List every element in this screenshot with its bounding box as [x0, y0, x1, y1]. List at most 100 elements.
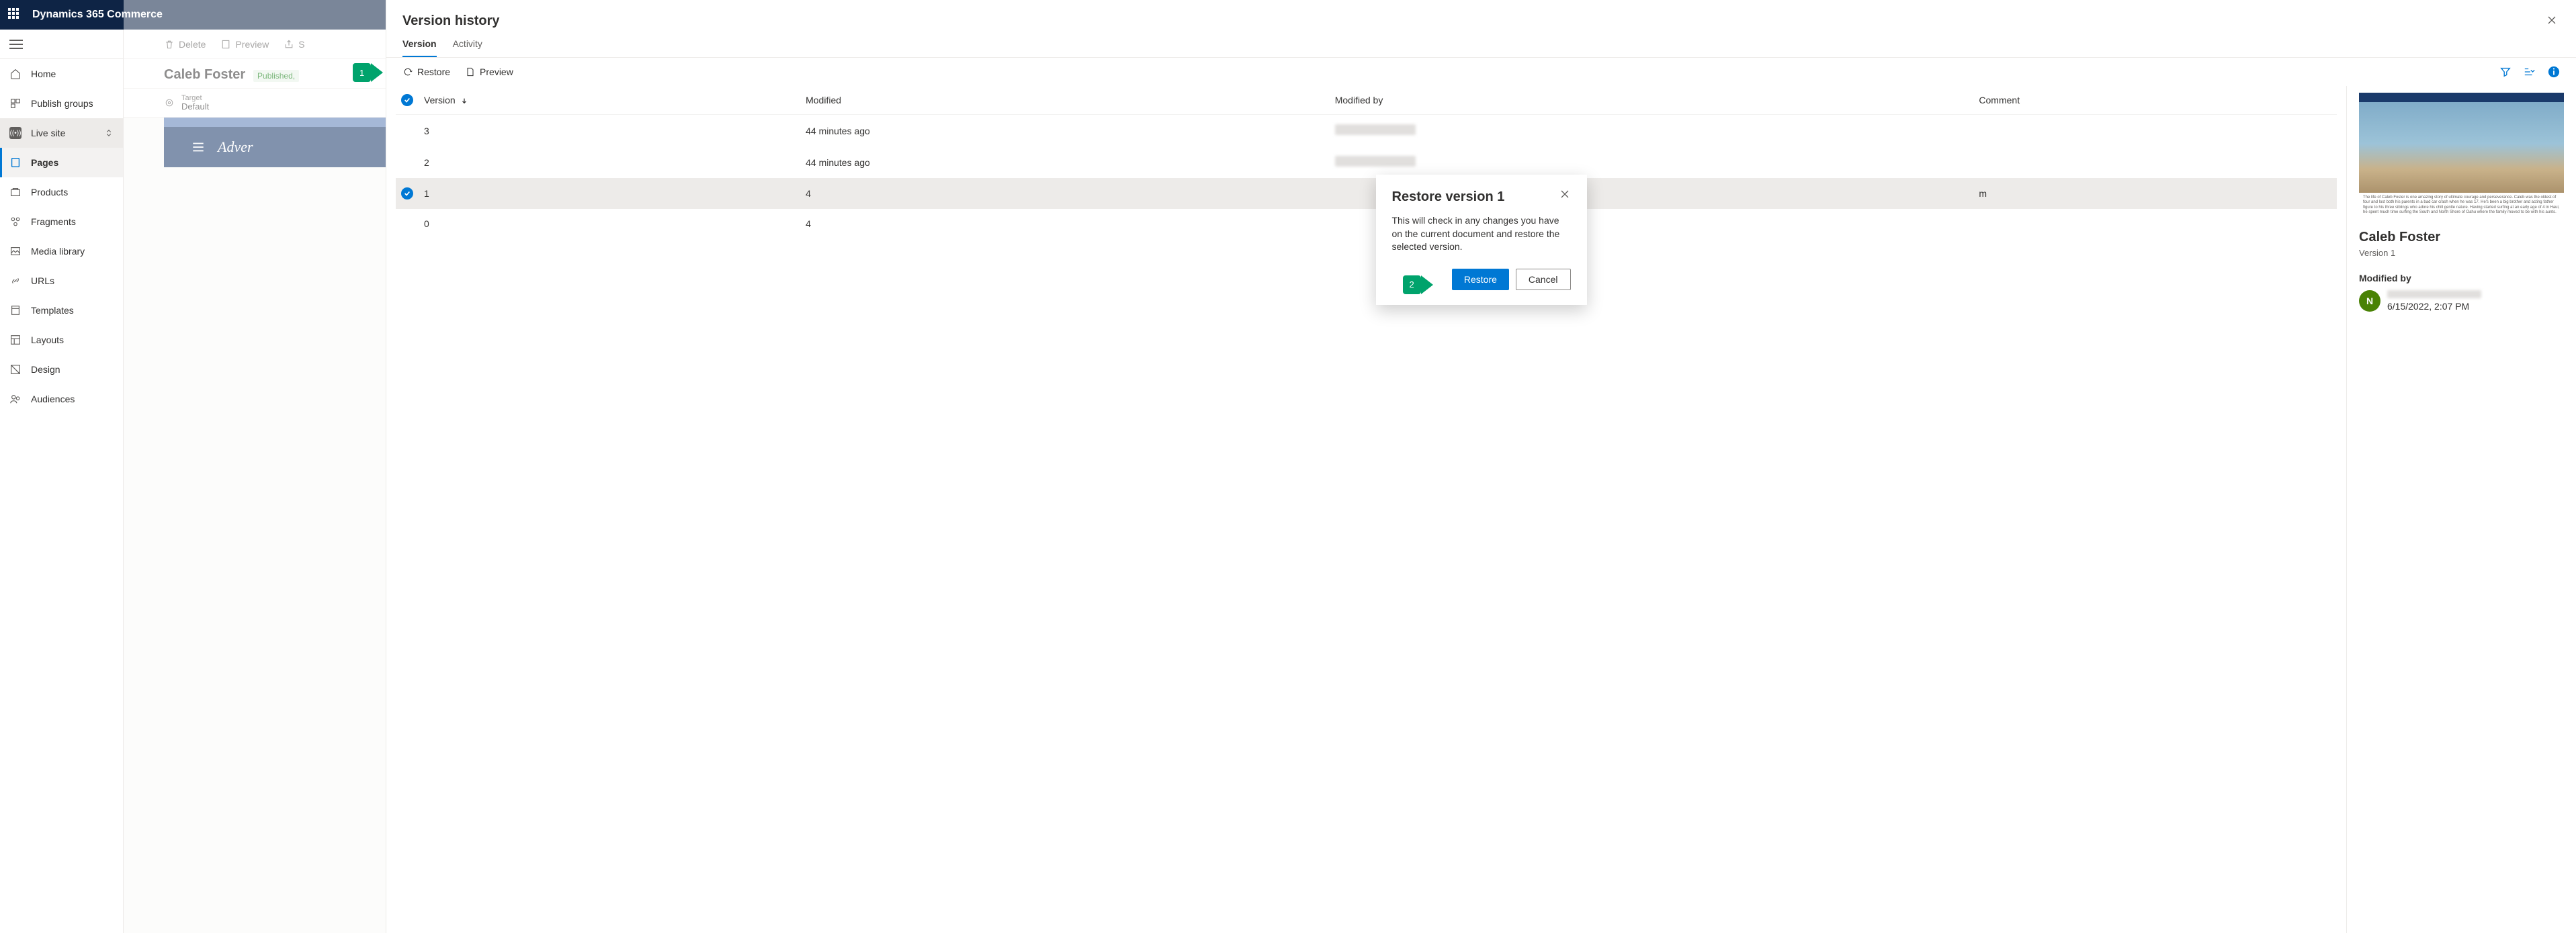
col-version[interactable]: Version — [419, 86, 800, 115]
app-launcher-icon[interactable] — [8, 8, 22, 21]
nav-pages-label: Pages — [31, 157, 114, 168]
pages-icon — [9, 157, 22, 169]
page-status-badge: Published, — [253, 70, 299, 82]
app-title: Dynamics 365 Commerce — [32, 9, 163, 21]
modal-cancel-button[interactable]: Cancel — [1516, 269, 1571, 290]
vh-table: Version Modified Modified by Comment — [386, 86, 2346, 933]
cell-modified-by — [1330, 146, 1974, 178]
cell-modified-by — [1330, 115, 1974, 147]
table-row[interactable]: 0 4 — [396, 209, 2337, 238]
tab-version[interactable]: Version — [402, 38, 437, 57]
col-comment[interactable]: Comment — [1973, 86, 2337, 115]
menu-icon — [191, 140, 206, 154]
cell-comment: m — [1973, 178, 2337, 209]
vh-tabs: Version Activity — [386, 29, 2576, 58]
detail-person-name — [2387, 290, 2481, 298]
nav-fragments[interactable]: Fragments — [0, 207, 123, 236]
version-history-panel: Version history Version Activity Restore… — [386, 0, 2576, 933]
vh-title: Version history — [402, 13, 2546, 29]
restore-button[interactable]: Restore — [402, 66, 450, 77]
vh-preview-button[interactable]: Preview — [465, 66, 513, 77]
col-modified-by[interactable]: Modified by — [1330, 86, 1974, 115]
info-icon[interactable] — [2548, 66, 2560, 78]
vh-header: Version history — [386, 0, 2576, 29]
modal-restore-button[interactable]: Restore — [1452, 269, 1509, 290]
detail-version-line: Version 1 — [2359, 248, 2564, 258]
nav-design[interactable]: Design — [0, 355, 123, 384]
modal-close-icon[interactable] — [1560, 189, 1571, 200]
table-row[interactable]: 2 44 minutes ago — [396, 146, 2337, 178]
nav-design-label: Design — [31, 364, 114, 375]
preview-label: Preview — [235, 39, 269, 50]
table-row[interactable]: 3 44 minutes ago — [396, 115, 2337, 147]
nav-audiences[interactable]: Audiences — [0, 384, 123, 414]
hamburger-icon — [9, 38, 23, 51]
cell-version: 2 — [419, 146, 800, 178]
nav-publish-label: Publish groups — [31, 98, 114, 109]
media-icon — [9, 245, 22, 257]
filter-icon[interactable] — [2499, 66, 2511, 78]
page-title: Caleb Foster — [164, 67, 245, 83]
nav-home-label: Home — [31, 69, 114, 79]
restore-icon — [402, 66, 413, 77]
nav-layouts[interactable]: Layouts — [0, 325, 123, 355]
col-modified[interactable]: Modified — [800, 86, 1330, 115]
home-icon — [9, 68, 22, 80]
select-all-checkbox[interactable] — [401, 94, 413, 106]
detail-avatar: N — [2359, 290, 2380, 312]
preview-button[interactable]: Preview — [220, 39, 269, 50]
tutorial-step1-label: 1 — [359, 68, 364, 78]
modal-body: This will check in any changes you have … — [1392, 214, 1571, 254]
tab-activity[interactable]: Activity — [453, 38, 482, 57]
nav-urls[interactable]: URLs — [0, 266, 123, 296]
nav-audiences-label: Audiences — [31, 394, 114, 404]
cell-modified: 44 minutes ago — [800, 146, 1330, 178]
share-icon — [284, 39, 294, 50]
layouts-icon — [9, 334, 22, 346]
detail-timestamp: 6/15/2022, 2:07 PM — [2387, 301, 2481, 312]
cell-modified: 4 — [800, 178, 1330, 209]
sort-icon[interactable] — [2522, 66, 2537, 78]
row-checkbox[interactable] — [401, 187, 413, 199]
cell-version: 1 — [419, 178, 800, 209]
target-picker[interactable]: Target Default — [181, 94, 209, 112]
nav-layouts-label: Layouts — [31, 335, 114, 345]
cell-modified: 44 minutes ago — [800, 115, 1330, 147]
main-region: Outline Delete Preview S Caleb — [124, 30, 2576, 933]
tutorial-step2-label: 2 — [1410, 279, 1414, 290]
detail-modified-by-label: Modified by — [2359, 273, 2564, 283]
nav-templates-label: Templates — [31, 305, 114, 316]
products-icon — [9, 186, 22, 198]
target-value: Default — [181, 102, 209, 112]
delete-button[interactable]: Delete — [164, 39, 206, 50]
link-icon — [9, 275, 22, 287]
nav-publish-groups[interactable]: Publish groups — [0, 89, 123, 118]
nav-live-label: Live site — [31, 128, 95, 138]
nav-pages[interactable]: Pages — [0, 148, 123, 177]
close-icon[interactable] — [2546, 15, 2560, 28]
chevron-updown-icon — [104, 128, 114, 138]
nav-home[interactable]: Home — [0, 59, 123, 89]
tutorial-step-1: 1 — [353, 63, 371, 82]
nav-media-library[interactable]: Media library — [0, 236, 123, 266]
publish-icon — [9, 97, 22, 109]
share-button[interactable]: S — [284, 39, 304, 50]
cell-modified: 4 — [800, 209, 1330, 238]
nav-products[interactable]: Products — [0, 177, 123, 207]
cell-version: 3 — [419, 115, 800, 147]
table-header-row: Version Modified Modified by Comment — [396, 86, 2337, 115]
delete-label: Delete — [179, 39, 206, 50]
restore-label: Restore — [417, 66, 450, 77]
sort-desc-icon — [461, 97, 468, 104]
design-icon — [9, 363, 22, 375]
table-row[interactable]: 1 4 m — [396, 178, 2337, 209]
nav-media-label: Media library — [31, 246, 114, 257]
nav-live-site[interactable]: ((•)) Live site — [0, 118, 123, 148]
left-nav: Home Publish groups ((•)) Live site Page… — [0, 30, 124, 933]
tutorial-step-2: 2 — [1403, 275, 1421, 294]
share-label: S — [298, 39, 304, 50]
nav-toggle[interactable] — [0, 30, 123, 59]
fragments-icon — [9, 216, 22, 228]
vh-toolbar: Restore Preview 1 — [386, 58, 2576, 86]
nav-templates[interactable]: Templates — [0, 296, 123, 325]
